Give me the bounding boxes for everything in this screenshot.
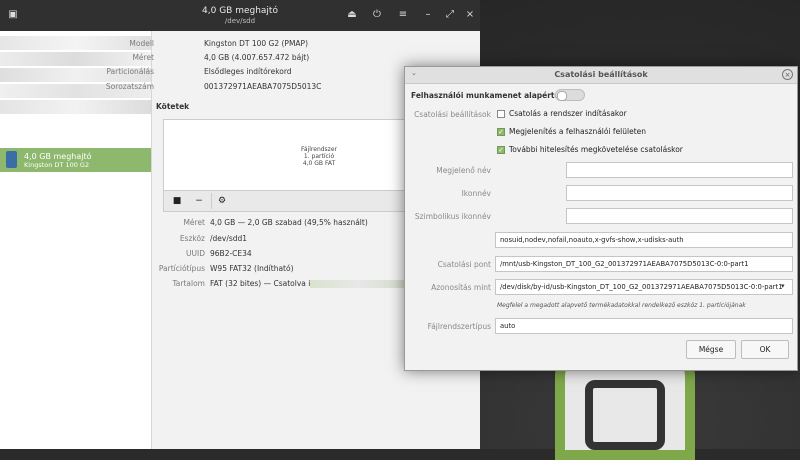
mount-point-field[interactable]: /mnt/usb-Kingston_DT_100_G2_001372971AEA…: [495, 256, 793, 272]
close-icon[interactable]: ×: [782, 69, 793, 80]
chevron-down-icon[interactable]: ▾: [781, 282, 785, 290]
close-icon[interactable]: ×: [463, 9, 477, 20]
symbolic-icon-label: Szimbolikus ikonnév: [414, 212, 491, 221]
window-header: ▣ 4,0 GB meghajtó /dev/sdd ⏏ ⏻ ≡ – ⤢ ×: [0, 0, 480, 31]
gear-icon[interactable]: ⚙: [211, 193, 232, 209]
blurred-drive-entry[interactable]: [0, 100, 151, 114]
identify-hint: Megfelel a megadott alapvető termékadato…: [497, 302, 746, 309]
icon-name-label: Ikonnév: [461, 189, 491, 198]
stop-icon[interactable]: ■: [167, 193, 187, 209]
volume-info-value: /dev/sdd1: [210, 234, 248, 243]
usb-drive-icon: [6, 151, 17, 168]
show-in-ui-label: Megjelenítés a felhasználói felületen: [509, 127, 647, 136]
symbolic-icon-field[interactable]: [566, 208, 793, 224]
minimize-icon[interactable]: –: [421, 9, 435, 20]
remove-partition-icon[interactable]: −: [189, 193, 209, 209]
eject-icon[interactable]: ⏏: [345, 9, 359, 20]
ok-button[interactable]: OK: [741, 340, 789, 359]
power-icon[interactable]: ⏻: [370, 9, 384, 20]
volume-info-label: Tartalom: [172, 279, 205, 288]
startup-mount-checkbox[interactable]: [497, 110, 505, 118]
session-defaults-toggle[interactable]: [555, 89, 585, 101]
drive-info-value: 4,0 GB (4.007.657.472 bájt): [204, 53, 310, 62]
fs-type-field[interactable]: auto: [495, 318, 793, 334]
display-name-field[interactable]: [566, 162, 793, 178]
mount-point-label: Csatolási pont: [437, 260, 491, 269]
mount-options-field[interactable]: nosuid,nodev,nofail,noauto,x-gvfs-show,x…: [495, 232, 793, 248]
drive-name: 4,0 GB meghajtó: [24, 152, 92, 161]
display-name-label: Megjelenő név: [436, 166, 491, 175]
mint-logo-inner: [585, 380, 665, 450]
require-auth-checkbox[interactable]: ✓: [497, 146, 505, 154]
identify-as-value: /dev/disk/by-id/usb-Kingston_DT_100_G2_0…: [500, 283, 783, 291]
volume-info-value: W95 FAT32 (Indítható): [210, 264, 294, 273]
drive-model: Kingston DT 100 G2: [24, 161, 90, 169]
session-defaults-label: Felhasználói munkamenet alapértékei: [411, 91, 573, 100]
identify-as-select[interactable]: /dev/disk/by-id/usb-Kingston_DT_100_G2_0…: [495, 279, 793, 295]
toggle-knob: [557, 91, 567, 101]
volume-info-label: Partíciótípus: [158, 264, 205, 273]
volume-info-label: Méret: [183, 218, 205, 227]
menu-icon[interactable]: ≡: [396, 9, 410, 20]
volume-info-value: 4,0 GB — 2,0 GB szabad (49,5% használt): [210, 218, 368, 227]
identify-as-label: Azonosítás mint: [431, 283, 491, 292]
drive-info-label: Modell: [129, 39, 154, 48]
drive-info-label: Particionálás: [106, 67, 154, 76]
cancel-button[interactable]: Mégse: [686, 340, 736, 359]
icon-name-field[interactable]: [566, 185, 793, 201]
require-auth-label: További hitelesítés megkövetelése csatol…: [509, 145, 683, 154]
mount-options-label: Csatolási beállítások: [414, 110, 491, 119]
maximize-icon[interactable]: ⤢: [443, 9, 457, 20]
drive-info-value: Kingston DT 100 G2 (PMAP): [204, 39, 308, 48]
drive-info-label: Sorozatszám: [105, 82, 154, 91]
drive-info-value: 001372971AEABA7075D5013C: [204, 82, 322, 91]
fs-type-label: Fájlrendszertípus: [427, 322, 491, 331]
sidebar-item-selected-drive[interactable]: 4,0 GB meghajtó Kingston DT 100 G2: [0, 148, 151, 172]
dialog-title: Csatolási beállítások: [554, 70, 648, 79]
dialog-titlebar: ⌄ Csatolási beállítások ×: [405, 67, 797, 84]
drive-info-label: Méret: [132, 53, 154, 62]
volumes-heading: Kötetek: [156, 102, 190, 111]
drive-info-value: Elsődleges indítórekord: [204, 67, 292, 76]
volume-info-value: 96B2-CE34: [210, 249, 252, 258]
volume-info-label: UUID: [186, 249, 205, 258]
volume-info-label: Eszköz: [179, 234, 205, 243]
show-in-ui-checkbox[interactable]: ✓: [497, 128, 505, 136]
volume-info-value: FAT (32 bites) — Csatolva ide:: [210, 279, 323, 288]
startup-mount-label: Csatolás a rendszer indításakor: [509, 109, 627, 118]
